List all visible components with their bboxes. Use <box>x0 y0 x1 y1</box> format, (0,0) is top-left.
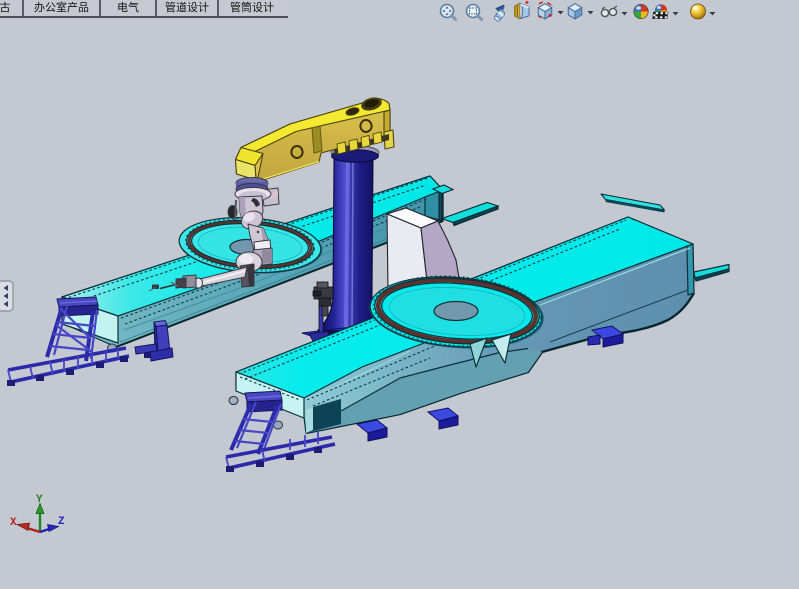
svg-text:Z: Z <box>58 516 65 528</box>
svg-text:X: X <box>10 517 17 529</box>
svg-text:Y: Y <box>36 494 43 506</box>
